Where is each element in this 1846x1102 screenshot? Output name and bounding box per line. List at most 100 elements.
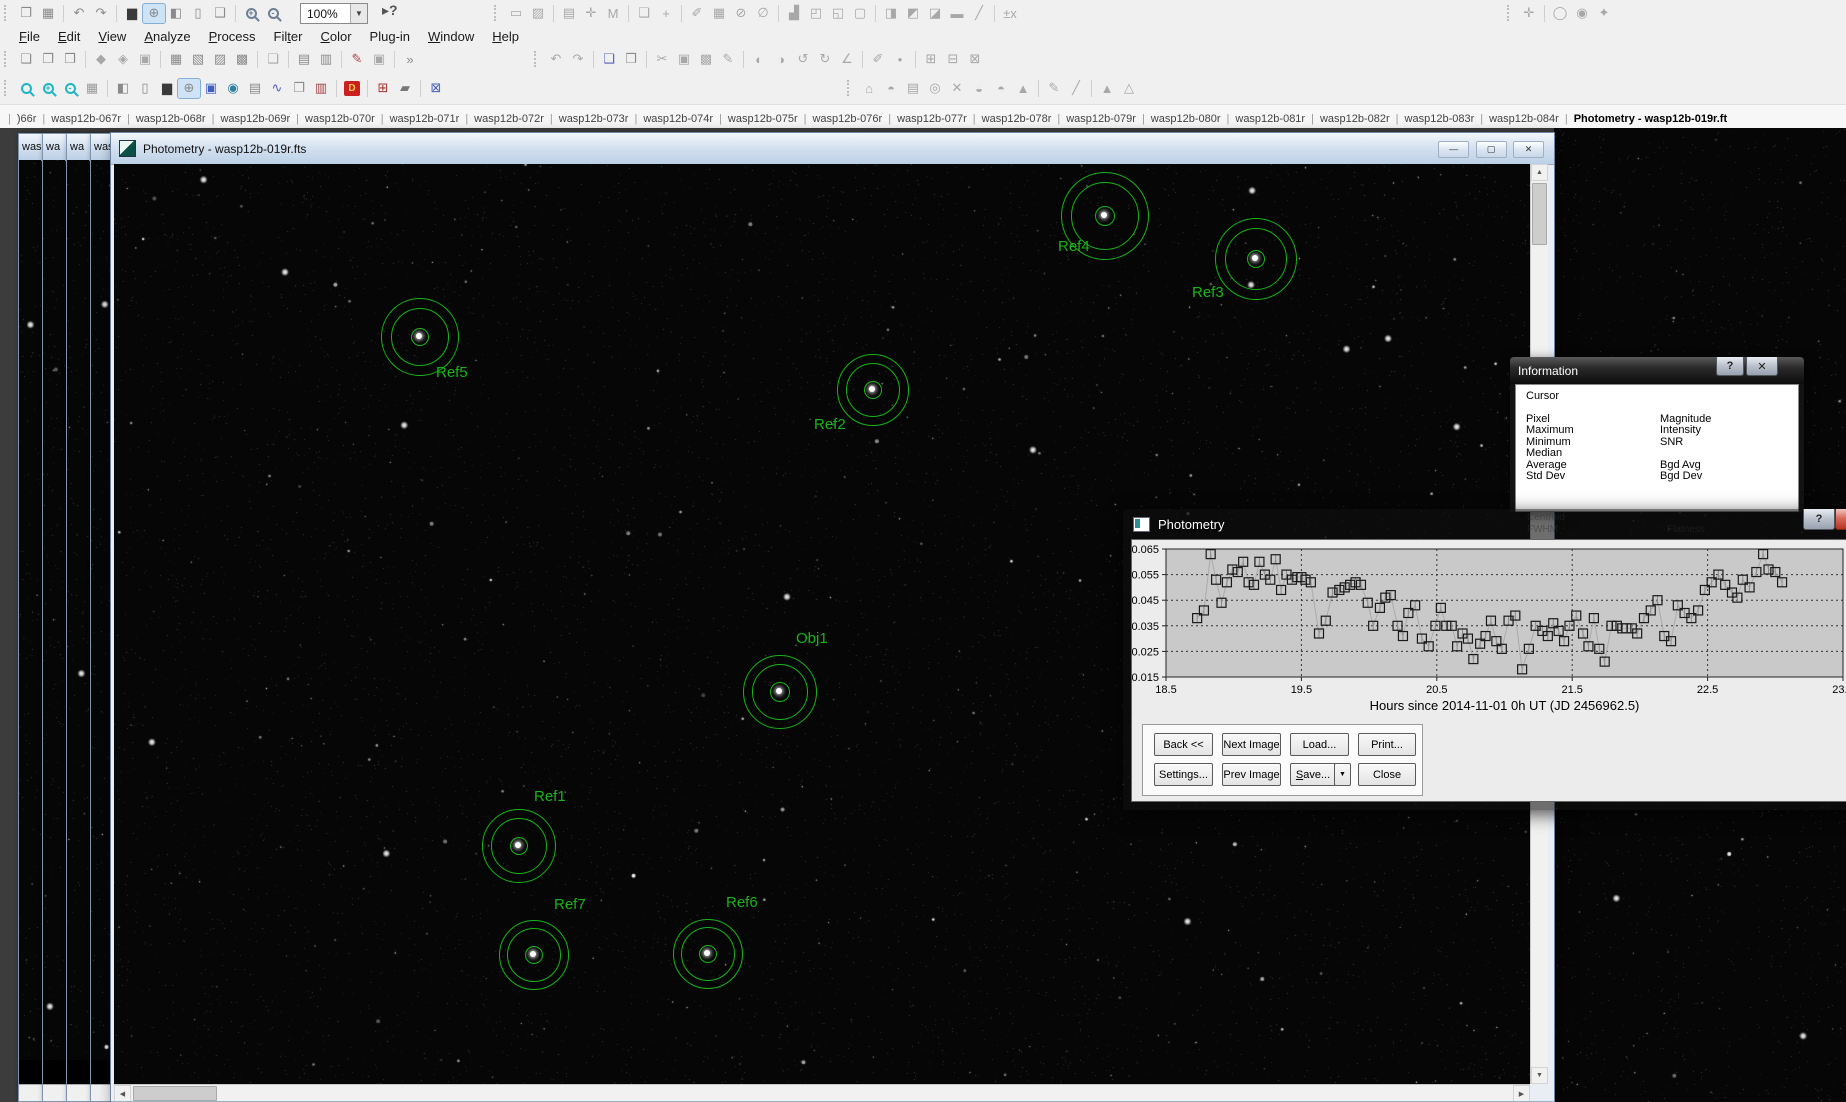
close-button[interactable]: ✕ — [1835, 509, 1846, 530]
doc-pair-icon[interactable]: ❐ — [288, 79, 310, 98]
paste-icon[interactable]: ❒ — [620, 50, 642, 69]
image-tab[interactable]: wasp12b-084r — [1474, 113, 1559, 125]
cascaded-window[interactable]: was — [18, 133, 44, 1102]
slash-icon[interactable]: ╱ — [1065, 79, 1087, 98]
rotate-angle-icon[interactable]: ∠ — [836, 50, 858, 69]
image-tab[interactable]: wasp12b-071r — [375, 113, 460, 125]
shield-b-icon[interactable]: ◓ — [990, 79, 1012, 98]
new-document-icon[interactable]: ❏ — [15, 50, 37, 69]
menu-item[interactable]: Edit — [49, 27, 89, 46]
zoom-out-icon[interactable] — [262, 4, 284, 23]
gradient-c-icon[interactable]: ◪ — [924, 4, 946, 23]
info-edit-icon[interactable]: ▤ — [244, 79, 266, 98]
dome-icon[interactable]: ◓ — [880, 79, 902, 98]
no-filter-icon[interactable]: ∅ — [752, 4, 774, 23]
grid-icon[interactable]: ⊟ — [942, 50, 964, 69]
next-image-button[interactable]: Next Image — [1222, 733, 1281, 756]
image-tab[interactable]: wasp12b-079r — [1051, 113, 1136, 125]
gradient-b-icon[interactable]: ◩ — [902, 4, 924, 23]
guide-icon[interactable]: ◎ — [924, 79, 946, 98]
no-calibrate-icon[interactable]: ⊘ — [730, 4, 752, 23]
image-tab[interactable]: wasp12b-068r — [121, 113, 206, 125]
menu-item[interactable]: Analyze — [135, 27, 199, 46]
open-recent-icon[interactable]: ❒ — [59, 50, 81, 69]
flip-horizontal-icon[interactable]: ◐ — [748, 50, 770, 69]
image-tab[interactable]: wasp12b-078r — [967, 113, 1052, 125]
horizontal-scroll-thumb[interactable] — [133, 1086, 217, 1101]
back-button[interactable]: Back << — [1154, 733, 1213, 756]
print-setup-icon[interactable]: ▥ — [315, 50, 337, 69]
convert-files-icon[interactable]: ▣ — [134, 50, 156, 69]
cascaded-window[interactable]: wa — [66, 133, 92, 1102]
image-tab[interactable]: )66r — [2, 113, 36, 125]
rotate-right-icon[interactable]: ↻ — [814, 50, 836, 69]
edit-script-icon[interactable]: ✎ — [346, 50, 368, 69]
annotate-icon[interactable]: ◉ — [1571, 4, 1593, 23]
image-tab[interactable]: wasp12b-080r — [1136, 113, 1221, 125]
cascaded-window-title[interactable]: wa — [67, 134, 91, 161]
crosshair2-icon[interactable]: ⊕ — [178, 79, 200, 98]
wedge-icon[interactable]: ▲ — [1012, 79, 1034, 98]
toolbar-grip[interactable] — [4, 80, 11, 96]
lock-icon[interactable]: ▯ — [134, 79, 156, 98]
line-draw-icon[interactable]: ╱ — [968, 4, 990, 23]
curve-icon[interactable]: ∿ — [266, 79, 288, 98]
stretch2-icon[interactable]: ▆ — [156, 79, 178, 98]
link-windows-icon[interactable]: ⊠ — [425, 79, 447, 98]
gradient-a-icon[interactable]: ◨ — [880, 4, 902, 23]
toolbar-grip[interactable] — [534, 51, 541, 67]
point-icon[interactable]: • — [889, 50, 911, 69]
exponent-icon[interactable]: ±x — [999, 4, 1021, 23]
copy-settings-icon[interactable]: ▣ — [368, 50, 390, 69]
print-icon[interactable]: ▤ — [293, 50, 315, 69]
zoom-level-combobox[interactable]: 100% ▼ — [300, 3, 368, 24]
save-button[interactable]: Save... — [1290, 763, 1336, 786]
shield-a-icon[interactable]: ◒ — [968, 79, 990, 98]
cut-icon[interactable]: ✂ — [651, 50, 673, 69]
save-dropdown-icon[interactable]: ▼ — [1334, 763, 1351, 786]
redo-icon[interactable]: ↷ — [90, 4, 112, 23]
help-button[interactable]: ? — [1716, 357, 1744, 376]
scroll-left-icon[interactable]: ◀ — [114, 1085, 131, 1102]
image-tab[interactable]: wasp12b-081r — [1221, 113, 1306, 125]
library-icon[interactable]: ▥ — [310, 79, 332, 98]
grid-add-icon[interactable]: ⊞ — [920, 50, 942, 69]
edit-region-icon[interactable]: ✎ — [717, 50, 739, 69]
draw2-icon[interactable]: ✎ — [1043, 79, 1065, 98]
toolbar-grip[interactable] — [4, 5, 11, 21]
cascaded-window-title[interactable]: wa — [43, 134, 67, 161]
image-tab[interactable]: wasp12b-074r — [628, 113, 713, 125]
maximize-button[interactable]: ▢ — [1476, 141, 1507, 158]
minimize-button[interactable]: — — [1438, 141, 1469, 158]
pattern-icon[interactable]: ▦ — [708, 4, 730, 23]
crosshair-icon[interactable]: ⊕ — [143, 4, 165, 23]
add-point-icon[interactable]: + — [655, 4, 677, 23]
image-tab[interactable]: wasp12b-070r — [290, 113, 375, 125]
menu-item[interactable]: Color — [311, 27, 360, 46]
magnitude-icon[interactable]: M — [602, 4, 624, 23]
scroll-down-icon[interactable]: ▼ — [1531, 1067, 1548, 1084]
image-window-titlebar[interactable]: Photometry - wasp12b-019r.fts — [111, 133, 1554, 165]
delete-icon[interactable]: ✕ — [946, 79, 968, 98]
print-button[interactable]: Print... — [1358, 733, 1416, 756]
cascade-windows-icon[interactable]: ◱ — [827, 4, 849, 23]
toolbar-grip[interactable] — [494, 5, 501, 21]
save-icon[interactable]: ▦ — [37, 4, 59, 23]
combine-icon[interactable]: ▣ — [673, 50, 695, 69]
folder-dark-icon[interactable]: ▰ — [394, 79, 416, 98]
ruler-icon[interactable]: ▭ — [505, 4, 527, 23]
histogram-icon[interactable]: ▣ — [200, 79, 222, 98]
save-as-icon[interactable]: ▧ — [187, 50, 209, 69]
image-tab[interactable]: wasp12b-076r — [798, 113, 883, 125]
close-dialog-button[interactable]: Close — [1358, 763, 1416, 786]
help-button[interactable]: ? — [1803, 509, 1835, 530]
zoom-dropdown-icon[interactable]: ▼ — [350, 4, 367, 23]
debug-icon[interactable]: D — [344, 81, 360, 96]
copy-icon[interactable]: ❏ — [598, 50, 620, 69]
menu-item[interactable]: Help — [483, 27, 528, 46]
paste-special-icon[interactable]: ▩ — [695, 50, 717, 69]
load-button[interactable]: Load... — [1290, 733, 1349, 756]
open-document-icon[interactable]: ❐ — [37, 50, 59, 69]
open-file-icon[interactable]: ❐ — [15, 4, 37, 23]
line-profile-icon[interactable]: ▤ — [558, 4, 580, 23]
